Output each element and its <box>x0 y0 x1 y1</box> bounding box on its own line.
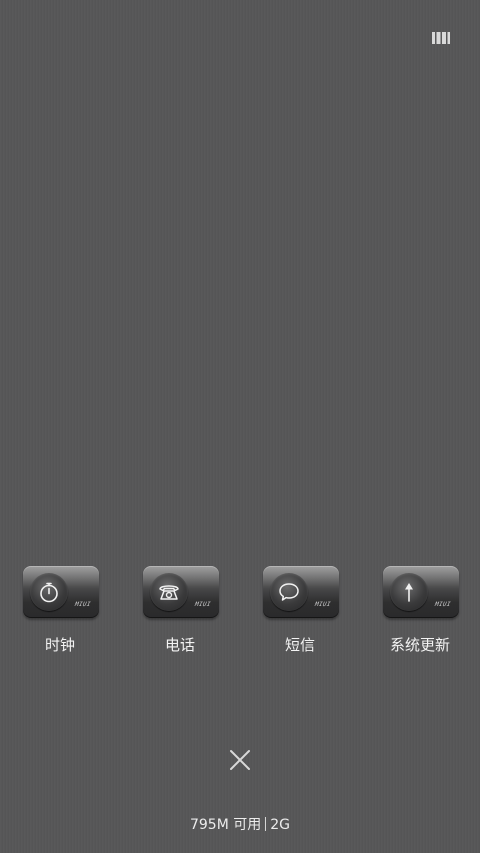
wallpaper-texture <box>0 0 480 853</box>
app-thumbnail[interactable]: MIUI <box>263 566 339 618</box>
app-icon-knob <box>270 573 308 611</box>
app-icon-knob <box>30 573 68 611</box>
memory-total: 2G <box>270 817 291 833</box>
up-arrow-icon <box>405 583 413 602</box>
app-thumbnail[interactable]: MIUI <box>383 566 459 618</box>
tile-brand: MIUI <box>74 601 92 608</box>
memory-divider <box>265 817 267 831</box>
tile-brand: MIUI <box>314 601 332 608</box>
clear-recents-button[interactable] <box>225 745 255 775</box>
close-icon <box>230 750 250 770</box>
app-thumbnail[interactable]: MIUI <box>143 566 219 618</box>
grid-layout-icon <box>432 32 450 44</box>
app-label: 短信 <box>284 636 315 654</box>
stopwatch-icon <box>40 582 58 603</box>
telephone-icon <box>159 585 179 600</box>
layout-toggle-button[interactable] <box>430 28 452 48</box>
app-icon-knob <box>390 573 428 611</box>
recent-app-system-update[interactable]: MIUI 系统更新 <box>360 566 480 666</box>
recent-app-messages[interactable]: MIUI 短信 <box>240 566 360 666</box>
tile-brand: MIUI <box>434 601 452 608</box>
recent-app-clock[interactable]: MIUI 时钟 <box>0 566 120 666</box>
speech-bubble-icon <box>279 583 299 601</box>
app-label: 系统更新 <box>389 636 450 654</box>
recent-app-phone[interactable]: MIUI 电话 <box>120 566 240 666</box>
memory-status: 795M 可用 2G <box>0 816 480 834</box>
memory-available: 795M 可用 <box>189 817 262 833</box>
app-icon-knob <box>150 573 188 611</box>
app-label: 电话 <box>164 636 195 654</box>
app-thumbnail[interactable]: MIUI <box>23 566 99 618</box>
recent-apps-row: MIUI 时钟 MIUI 电话 MIUI 短信 MIUI 系统更新 <box>0 566 480 666</box>
tile-brand: MIUI <box>194 601 212 608</box>
app-label: 时钟 <box>44 636 75 654</box>
